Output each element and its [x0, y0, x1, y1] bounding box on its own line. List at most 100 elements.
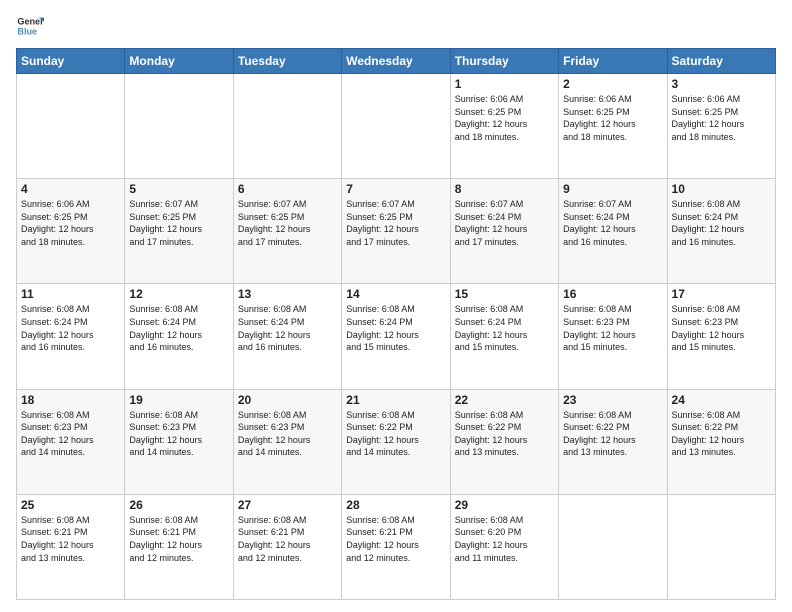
calendar-cell: 23 Sunrise: 6:08 AM Sunset: 6:22 PM Dayli… — [559, 389, 667, 494]
day-info: Sunrise: 6:08 AM Sunset: 6:22 PM Dayligh… — [563, 409, 662, 459]
day-number: 8 — [455, 182, 554, 196]
day-info: Sunrise: 6:08 AM Sunset: 6:24 PM Dayligh… — [346, 303, 445, 353]
calendar-cell: 19 Sunrise: 6:08 AM Sunset: 6:23 PM Dayli… — [125, 389, 233, 494]
calendar-cell: 4 Sunrise: 6:06 AM Sunset: 6:25 PM Daylig… — [17, 179, 125, 284]
calendar-cell: 24 Sunrise: 6:08 AM Sunset: 6:22 PM Dayli… — [667, 389, 775, 494]
day-number: 9 — [563, 182, 662, 196]
day-number: 23 — [563, 393, 662, 407]
day-info: Sunrise: 6:08 AM Sunset: 6:23 PM Dayligh… — [21, 409, 120, 459]
weekday-header-thursday: Thursday — [450, 49, 558, 74]
day-info: Sunrise: 6:08 AM Sunset: 6:23 PM Dayligh… — [129, 409, 228, 459]
day-number: 21 — [346, 393, 445, 407]
weekday-header-saturday: Saturday — [667, 49, 775, 74]
day-number: 2 — [563, 77, 662, 91]
day-info: Sunrise: 6:08 AM Sunset: 6:24 PM Dayligh… — [129, 303, 228, 353]
day-info: Sunrise: 6:08 AM Sunset: 6:23 PM Dayligh… — [563, 303, 662, 353]
day-info: Sunrise: 6:07 AM Sunset: 6:25 PM Dayligh… — [129, 198, 228, 248]
svg-text:Blue: Blue — [17, 26, 37, 36]
week-row-1: 1 Sunrise: 6:06 AM Sunset: 6:25 PM Daylig… — [17, 74, 776, 179]
calendar-cell: 11 Sunrise: 6:08 AM Sunset: 6:24 PM Dayli… — [17, 284, 125, 389]
calendar-cell: 10Sunrise: 6:08 AM Sunset: 6:24 PM Dayli… — [667, 179, 775, 284]
day-info: Sunrise: 6:08 AM Sunset: 6:21 PM Dayligh… — [21, 514, 120, 564]
weekday-header-monday: Monday — [125, 49, 233, 74]
day-info: Sunrise: 6:07 AM Sunset: 6:24 PM Dayligh… — [563, 198, 662, 248]
day-number: 29 — [455, 498, 554, 512]
day-number: 4 — [21, 182, 120, 196]
calendar-cell: 21 Sunrise: 6:08 AM Sunset: 6:22 PM Dayli… — [342, 389, 450, 494]
logo: General Blue — [16, 12, 44, 40]
weekday-header-row: SundayMondayTuesdayWednesdayThursdayFrid… — [17, 49, 776, 74]
day-info: Sunrise: 6:08 AM Sunset: 6:24 PM Dayligh… — [21, 303, 120, 353]
header: General Blue — [16, 12, 776, 40]
day-number: 17 — [672, 287, 771, 301]
day-number: 26 — [129, 498, 228, 512]
calendar-cell: 27 Sunrise: 6:08 AM Sunset: 6:21 PM Dayli… — [233, 494, 341, 599]
day-number: 27 — [238, 498, 337, 512]
day-info: Sunrise: 6:06 AM Sunset: 6:25 PM Dayligh… — [455, 93, 554, 143]
calendar-cell — [667, 494, 775, 599]
calendar-cell: 3Sunrise: 6:06 AM Sunset: 6:25 PM Daylig… — [667, 74, 775, 179]
day-info: Sunrise: 6:08 AM Sunset: 6:23 PM Dayligh… — [238, 409, 337, 459]
calendar-cell: 15Sunrise: 6:08 AM Sunset: 6:24 PM Dayli… — [450, 284, 558, 389]
day-info: Sunrise: 6:06 AM Sunset: 6:25 PM Dayligh… — [672, 93, 771, 143]
calendar-cell: 1 Sunrise: 6:06 AM Sunset: 6:25 PM Daylig… — [450, 74, 558, 179]
calendar-cell: 22Sunrise: 6:08 AM Sunset: 6:22 PM Dayli… — [450, 389, 558, 494]
weekday-header-tuesday: Tuesday — [233, 49, 341, 74]
weekday-header-friday: Friday — [559, 49, 667, 74]
day-info: Sunrise: 6:06 AM Sunset: 6:25 PM Dayligh… — [563, 93, 662, 143]
calendar-cell: 18 Sunrise: 6:08 AM Sunset: 6:23 PM Dayli… — [17, 389, 125, 494]
week-row-4: 18 Sunrise: 6:08 AM Sunset: 6:23 PM Dayli… — [17, 389, 776, 494]
day-info: Sunrise: 6:08 AM Sunset: 6:20 PM Dayligh… — [455, 514, 554, 564]
calendar-cell: 28 Sunrise: 6:08 AM Sunset: 6:21 PM Dayli… — [342, 494, 450, 599]
day-info: Sunrise: 6:08 AM Sunset: 6:22 PM Dayligh… — [672, 409, 771, 459]
calendar-cell — [559, 494, 667, 599]
day-number: 16 — [563, 287, 662, 301]
calendar-cell: 2 Sunrise: 6:06 AM Sunset: 6:25 PM Daylig… — [559, 74, 667, 179]
calendar-cell — [125, 74, 233, 179]
day-number: 13 — [238, 287, 337, 301]
calendar-cell: 17 Sunrise: 6:08 AM Sunset: 6:23 PM Dayli… — [667, 284, 775, 389]
day-info: Sunrise: 6:08 AM Sunset: 6:24 PM Dayligh… — [238, 303, 337, 353]
calendar-cell — [17, 74, 125, 179]
weekday-header-sunday: Sunday — [17, 49, 125, 74]
page: General Blue SundayMondayTuesdayWednesda… — [0, 0, 792, 612]
day-info: Sunrise: 6:08 AM Sunset: 6:21 PM Dayligh… — [238, 514, 337, 564]
day-number: 18 — [21, 393, 120, 407]
day-number: 12 — [129, 287, 228, 301]
day-number: 11 — [21, 287, 120, 301]
week-row-5: 25 Sunrise: 6:08 AM Sunset: 6:21 PM Dayli… — [17, 494, 776, 599]
day-number: 14 — [346, 287, 445, 301]
day-number: 24 — [672, 393, 771, 407]
calendar-cell: 5 Sunrise: 6:07 AM Sunset: 6:25 PM Daylig… — [125, 179, 233, 284]
day-info: Sunrise: 6:08 AM Sunset: 6:24 PM Dayligh… — [672, 198, 771, 248]
day-info: Sunrise: 6:08 AM Sunset: 6:24 PM Dayligh… — [455, 303, 554, 353]
day-info: Sunrise: 6:08 AM Sunset: 6:21 PM Dayligh… — [346, 514, 445, 564]
day-number: 25 — [21, 498, 120, 512]
calendar-table: SundayMondayTuesdayWednesdayThursdayFrid… — [16, 48, 776, 600]
day-number: 6 — [238, 182, 337, 196]
day-number: 5 — [129, 182, 228, 196]
calendar-cell: 9 Sunrise: 6:07 AM Sunset: 6:24 PM Daylig… — [559, 179, 667, 284]
day-info: Sunrise: 6:07 AM Sunset: 6:24 PM Dayligh… — [455, 198, 554, 248]
logo-icon: General Blue — [16, 12, 44, 40]
calendar-cell — [342, 74, 450, 179]
calendar-cell: 14 Sunrise: 6:08 AM Sunset: 6:24 PM Dayli… — [342, 284, 450, 389]
calendar-cell: 8 Sunrise: 6:07 AM Sunset: 6:24 PM Daylig… — [450, 179, 558, 284]
day-number: 7 — [346, 182, 445, 196]
day-number: 19 — [129, 393, 228, 407]
day-info: Sunrise: 6:07 AM Sunset: 6:25 PM Dayligh… — [238, 198, 337, 248]
day-info: Sunrise: 6:08 AM Sunset: 6:23 PM Dayligh… — [672, 303, 771, 353]
day-info: Sunrise: 6:08 AM Sunset: 6:22 PM Dayligh… — [346, 409, 445, 459]
calendar-cell: 26 Sunrise: 6:08 AM Sunset: 6:21 PM Dayli… — [125, 494, 233, 599]
calendar-cell: 7Sunrise: 6:07 AM Sunset: 6:25 PM Daylig… — [342, 179, 450, 284]
day-number: 28 — [346, 498, 445, 512]
day-number: 20 — [238, 393, 337, 407]
weekday-header-wednesday: Wednesday — [342, 49, 450, 74]
calendar-cell: 20 Sunrise: 6:08 AM Sunset: 6:23 PM Dayli… — [233, 389, 341, 494]
day-number: 1 — [455, 77, 554, 91]
calendar-cell: 13 Sunrise: 6:08 AM Sunset: 6:24 PM Dayli… — [233, 284, 341, 389]
day-info: Sunrise: 6:08 AM Sunset: 6:21 PM Dayligh… — [129, 514, 228, 564]
calendar-cell: 6 Sunrise: 6:07 AM Sunset: 6:25 PM Daylig… — [233, 179, 341, 284]
day-info: Sunrise: 6:06 AM Sunset: 6:25 PM Dayligh… — [21, 198, 120, 248]
calendar-cell: 29 Sunrise: 6:08 AM Sunset: 6:20 PM Dayli… — [450, 494, 558, 599]
